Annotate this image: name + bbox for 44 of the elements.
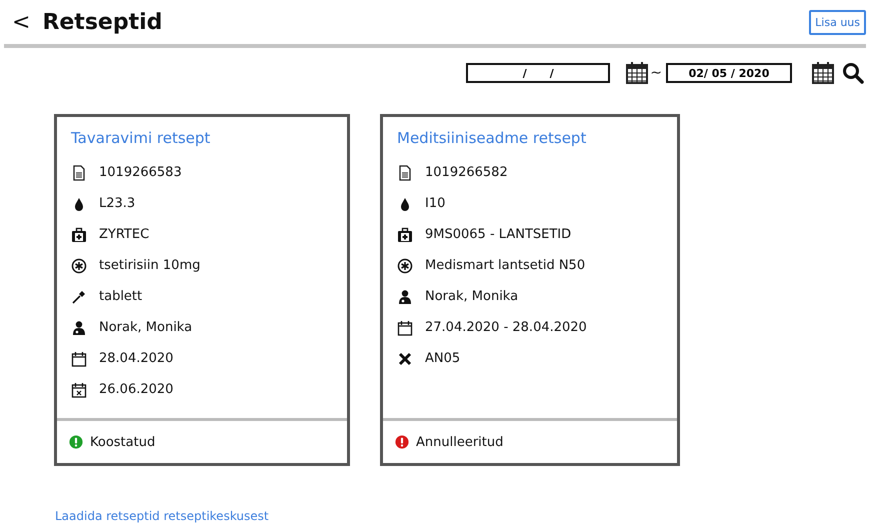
asterisk-icon bbox=[397, 258, 413, 274]
calendar-icon bbox=[397, 320, 413, 336]
cross-icon bbox=[397, 350, 413, 366]
add-button[interactable]: Lisa uus bbox=[809, 10, 866, 34]
detail-text: 1019266583 bbox=[99, 165, 182, 180]
alert-icon bbox=[395, 435, 409, 449]
detail-text: Norak, Monika bbox=[425, 289, 518, 304]
back-button[interactable]: < bbox=[8, 10, 34, 34]
detail-text: AN05 bbox=[425, 351, 460, 366]
page-title: Retseptid bbox=[42, 10, 164, 34]
date-field[interactable]: 02/ 05 / 2020 bbox=[666, 63, 792, 83]
calendar-icon bbox=[71, 350, 87, 366]
status-text: Koostatud bbox=[90, 434, 156, 450]
detail-text: L23.3 bbox=[99, 196, 136, 211]
detail-text: tablett bbox=[99, 289, 142, 304]
detail-text: 26.06.2020 bbox=[99, 382, 174, 397]
detail-text: Norak, Monika bbox=[99, 320, 192, 335]
asterisk-icon bbox=[71, 258, 87, 274]
person-icon bbox=[71, 320, 87, 336]
dropper-icon bbox=[71, 288, 87, 304]
date-field[interactable]: / / bbox=[466, 63, 610, 83]
detail-text: Medismart lantsetid N50 bbox=[425, 258, 586, 273]
import-link[interactable]: Laadida retseptid retseptikeskusest bbox=[55, 509, 269, 523]
document-icon bbox=[71, 164, 87, 180]
document-icon bbox=[397, 164, 413, 180]
detail-text: 28.04.2020 bbox=[99, 351, 174, 366]
detail-text: I10 bbox=[425, 196, 446, 211]
calendar-icon[interactable] bbox=[812, 62, 834, 84]
detail-text: ZYRTEC bbox=[99, 227, 150, 242]
calendar-x-icon bbox=[71, 382, 87, 398]
detail-text: tsetirisiin 10mg bbox=[99, 258, 200, 273]
medkit-icon bbox=[71, 226, 87, 242]
detail-text: 9MS0065 - LANTSETID bbox=[425, 227, 572, 242]
status-text: Annulleeritud bbox=[416, 434, 504, 450]
card-title[interactable]: Tavaravimi retsept bbox=[71, 129, 210, 147]
person-icon bbox=[397, 288, 413, 304]
range-separator: ~ bbox=[650, 65, 662, 81]
detail-text: 27.04.2020 - 28.04.2020 bbox=[425, 320, 587, 335]
detail-text: 1019266582 bbox=[425, 165, 508, 180]
alert-icon bbox=[69, 435, 83, 449]
medkit-icon bbox=[397, 226, 413, 242]
card-title[interactable]: Meditsiiniseadme retsept bbox=[397, 129, 586, 147]
calendar-icon[interactable] bbox=[626, 62, 648, 84]
search-icon[interactable] bbox=[842, 62, 864, 84]
